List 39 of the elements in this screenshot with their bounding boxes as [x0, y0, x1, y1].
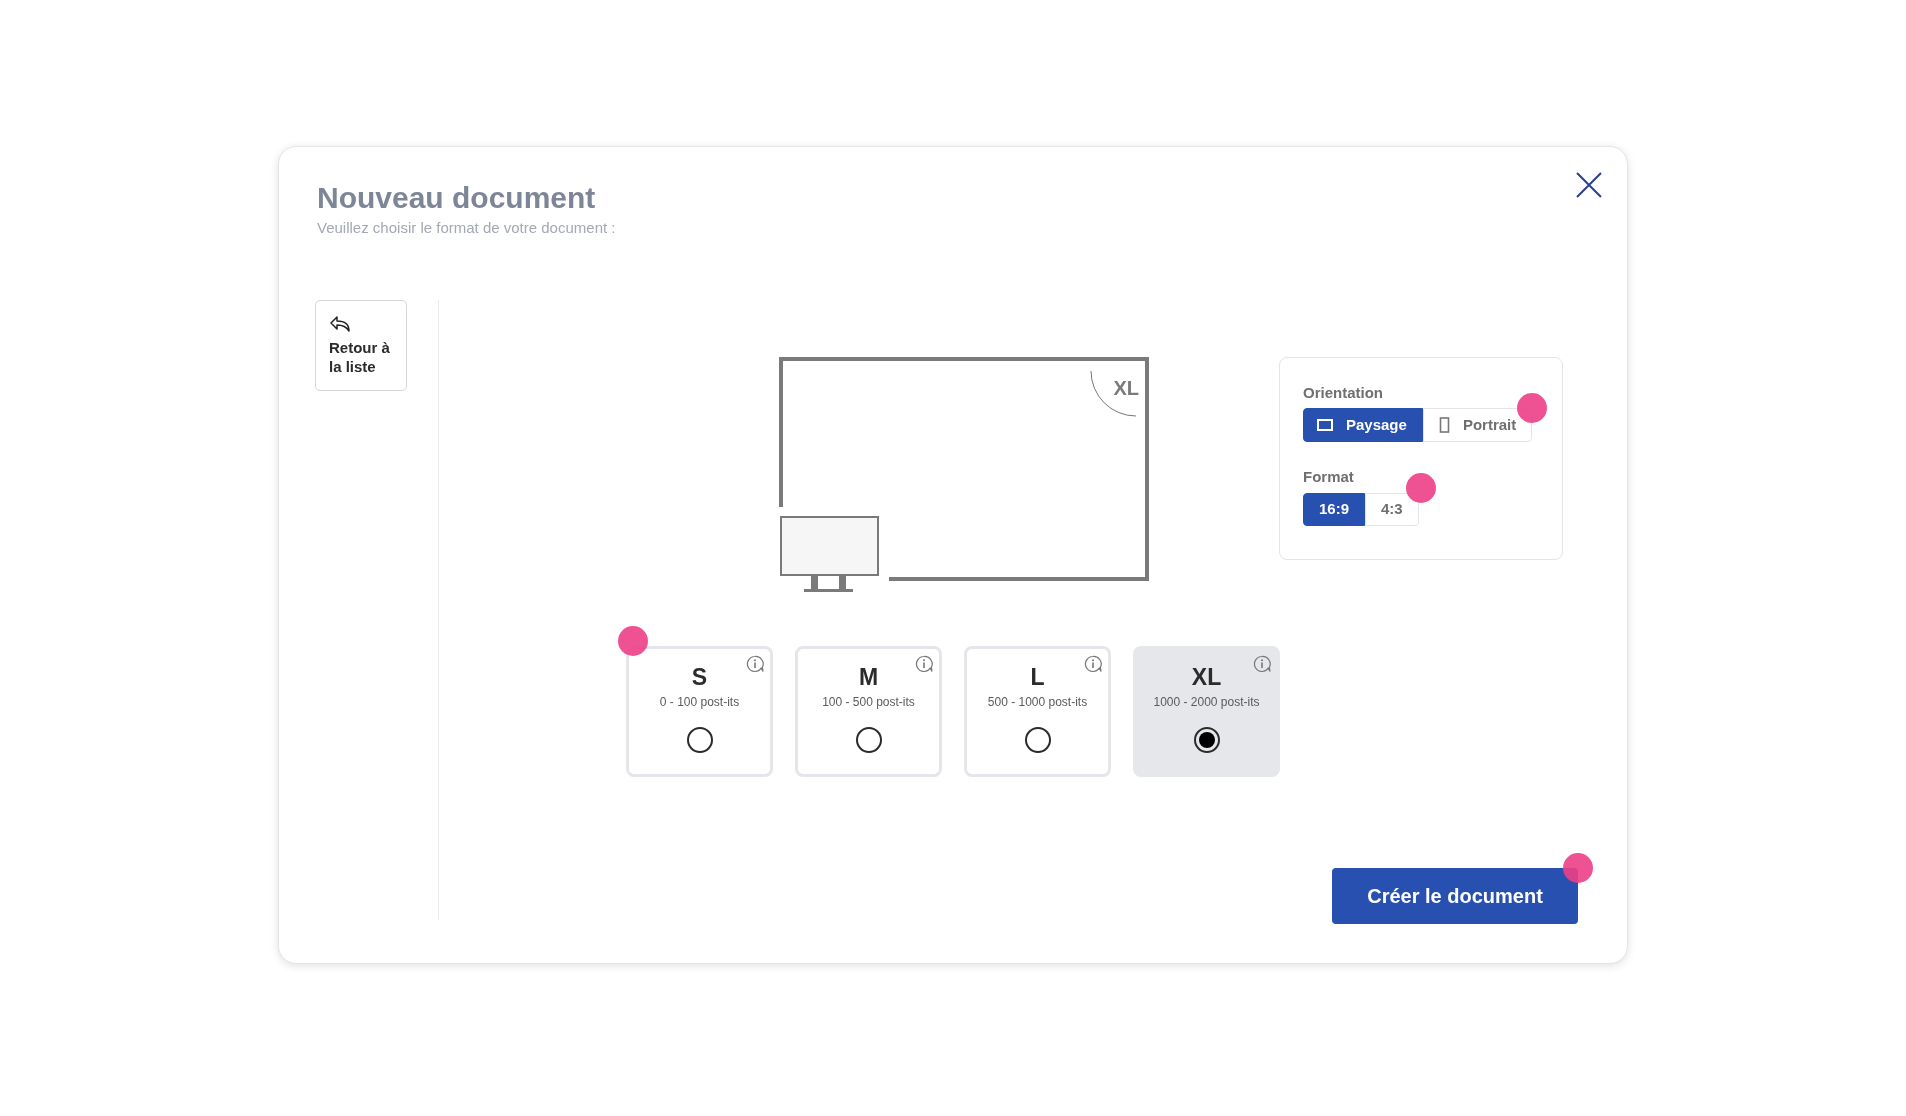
size-label: XL: [1113, 375, 1139, 401]
info-icon[interactable]: [915, 654, 933, 673]
size-name: S: [691, 662, 708, 691]
size-range: 100 - 500 post-its: [822, 693, 915, 711]
create-document-button[interactable]: Créer le document: [1332, 867, 1578, 924]
format-option[interactable]: 16:9: [1303, 492, 1366, 526]
size-range: 500 - 1000 post-its: [987, 693, 1088, 711]
size-range: 1000 - 2000 post-its: [1153, 693, 1260, 711]
orientation-label: Orientation: [1303, 382, 1384, 403]
close-icon[interactable]: [1575, 171, 1603, 199]
back-to-list-button[interactable]: Retour à la liste: [315, 299, 407, 391]
size-name: XL: [1191, 662, 1222, 691]
radio-button[interactable]: [1193, 726, 1220, 753]
orientation-option[interactable]: Portrait: [1422, 408, 1533, 442]
hotspot-marker[interactable]: [1405, 472, 1436, 503]
size-range: 0 - 100 post-its: [659, 693, 740, 711]
radio-button[interactable]: [1024, 726, 1051, 753]
size-name: L: [1030, 662, 1045, 691]
format-option[interactable]: 4:3: [1365, 492, 1419, 526]
size-card[interactable]: XL 1000 - 2000 post-its: [1133, 645, 1280, 777]
radio-button[interactable]: [855, 726, 882, 753]
hotspot-marker[interactable]: [1517, 393, 1548, 423]
radio-button[interactable]: [686, 726, 713, 753]
size-card[interactable]: L 500 - 1000 post-its: [964, 645, 1111, 777]
info-icon[interactable]: [1084, 654, 1102, 673]
portrait-icon: [1438, 417, 1450, 433]
hotspot-marker[interactable]: [618, 625, 648, 656]
hotspot-marker[interactable]: [1563, 852, 1593, 883]
dialog-subtitle: Veuillez choisir le format de votre document :: [317, 218, 617, 238]
size-card[interactable]: M 100 - 500 post-its: [795, 645, 942, 777]
reply-arrow-icon: [329, 314, 351, 333]
orientation-option[interactable]: Paysage: [1303, 408, 1423, 442]
size-name: M: [858, 662, 879, 691]
info-icon[interactable]: [1253, 654, 1271, 673]
landscape-icon: [1317, 419, 1333, 431]
format-label: Format: [1303, 467, 1354, 487]
size-card[interactable]: S 0 - 100 post-its: [626, 645, 773, 777]
info-icon[interactable]: [746, 654, 764, 673]
dialog-title: Nouveau document: [317, 180, 596, 216]
